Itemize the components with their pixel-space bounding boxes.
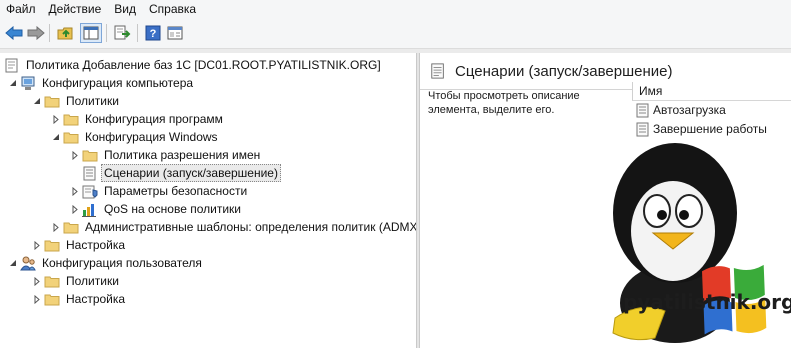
page-title: Сценарии (запуск/завершение): [455, 62, 673, 80]
tree-label: Параметры безопасности: [104, 184, 248, 198]
properties-icon: [167, 26, 183, 40]
collapse-arrow-icon[interactable]: [49, 128, 63, 146]
tree-node-scripts[interactable]: Сценарии (запуск/завершение): [68, 164, 281, 182]
up-button[interactable]: [55, 23, 77, 43]
tree-label: Конфигурация программ: [85, 112, 223, 126]
export-list-icon: [114, 25, 131, 40]
tree-node-software-config[interactable]: Конфигурация программ: [49, 110, 226, 128]
expand-arrow-icon[interactable]: [30, 290, 44, 308]
tree-node-policies[interactable]: Политики: [30, 92, 122, 110]
folder-icon: [44, 237, 60, 253]
menu-file[interactable]: Файл: [0, 0, 43, 19]
tree-label: Сценарии (запуск/завершение): [101, 164, 281, 182]
back-icon: [5, 26, 23, 40]
tree-label: Конфигурация Windows: [85, 130, 218, 144]
expand-arrow-icon[interactable]: [68, 200, 82, 218]
tree-label: Политика разрешения имен: [104, 148, 261, 162]
menu-action[interactable]: Действие: [43, 0, 109, 19]
security-settings-icon: [82, 183, 98, 199]
details-pane: Сценарии (запуск/завершение) Чтобы просм…: [420, 53, 791, 348]
computer-icon: [20, 75, 36, 91]
export-list-button[interactable]: [111, 23, 133, 43]
tree-label: Настройка: [66, 292, 126, 306]
menu-help[interactable]: Справка: [143, 0, 203, 19]
folder-icon: [82, 147, 98, 163]
tree-node-name-resolution[interactable]: Политика разрешения имен: [68, 146, 263, 164]
menu-view[interactable]: Вид: [108, 0, 143, 19]
tree-label: Политики: [66, 274, 119, 288]
qos-chart-icon: [82, 201, 98, 217]
tree-label: Конфигурация пользователя: [42, 256, 202, 270]
console-tree: Политика Добавление баз 1С [DC01.ROOT.PY…: [0, 53, 416, 348]
expand-arrow-icon[interactable]: [30, 272, 44, 290]
tree-label: QoS на основе политики: [104, 202, 241, 216]
folder-icon: [63, 129, 79, 145]
tree-node-qos[interactable]: QoS на основе политики: [68, 200, 244, 218]
folder-icon: [63, 111, 79, 127]
description-text: Чтобы просмотреть описание элемента, выд…: [428, 90, 580, 116]
tree-node-security[interactable]: Параметры безопасности: [68, 182, 250, 200]
column-header-name[interactable]: Имя: [632, 82, 791, 101]
tree-node-windows-config[interactable]: Конфигурация Windows: [49, 128, 221, 146]
users-icon: [20, 255, 36, 271]
folder-icon: [44, 93, 60, 109]
tree-node-user-config[interactable]: Конфигурация пользователя: [6, 254, 205, 272]
show-hide-tree-icon: [83, 26, 99, 40]
forward-button[interactable]: [25, 23, 47, 43]
penguin-logo: [612, 143, 767, 343]
tree-node-user-policies[interactable]: Политики: [30, 272, 122, 290]
script-icon: [430, 63, 446, 79]
back-button[interactable]: [3, 23, 25, 43]
help-button[interactable]: ?: [142, 23, 164, 43]
help-icon: ?: [145, 25, 161, 41]
gpo-icon: [4, 57, 20, 73]
folder-icon: [63, 219, 79, 235]
show-hide-tree-button[interactable]: [80, 23, 102, 43]
tree-label: Политика Добавление баз 1С [DC01.ROOT.PY…: [26, 58, 381, 72]
tree-node-computer-config[interactable]: Конфигурация компьютера: [6, 74, 196, 92]
tree-node-root[interactable]: Политика Добавление баз 1С [DC01.ROOT.PY…: [4, 56, 384, 74]
expand-arrow-icon[interactable]: [49, 110, 63, 128]
menu-bar: Файл Действие Вид Справка: [0, 0, 791, 19]
properties-button[interactable]: [164, 23, 186, 43]
column-header-label: Имя: [639, 84, 663, 98]
tree-node-preferences[interactable]: Настройка: [30, 236, 128, 254]
tree-node-user-preferences[interactable]: Настройка: [30, 290, 128, 308]
script-icon: [82, 165, 98, 181]
list-item-startup[interactable]: Автозагрузка: [636, 101, 726, 119]
collapse-arrow-icon[interactable]: [6, 74, 20, 92]
expand-arrow-icon[interactable]: [68, 182, 82, 200]
toolbar-separator: [49, 24, 50, 42]
tree-label: Конфигурация компьютера: [42, 76, 194, 90]
expand-arrow-icon[interactable]: [30, 236, 44, 254]
svg-text:?: ?: [150, 28, 157, 40]
collapse-arrow-icon[interactable]: [6, 254, 20, 272]
up-folder-icon: [57, 27, 73, 40]
expand-arrow-icon[interactable]: [68, 146, 82, 164]
toolbar-separator: [137, 24, 138, 42]
list-item-label: Автозагрузка: [653, 103, 726, 117]
toolbar-separator: [106, 24, 107, 42]
collapse-arrow-icon[interactable]: [30, 92, 44, 110]
tree-label: Настройка: [66, 238, 126, 252]
script-icon: [636, 103, 649, 117]
tree-label: Политики: [66, 94, 119, 108]
folder-icon: [44, 291, 60, 307]
toolbar: ?: [0, 19, 791, 49]
folder-icon: [44, 273, 60, 289]
forward-icon: [27, 26, 45, 40]
expand-arrow-icon[interactable]: [49, 218, 63, 236]
watermark-text: pyatilistnik.org: [623, 290, 791, 314]
tree-label: Административные шаблоны: определения по…: [85, 220, 416, 234]
tree-node-admin-templates[interactable]: Административные шаблоны: определения по…: [49, 218, 416, 236]
